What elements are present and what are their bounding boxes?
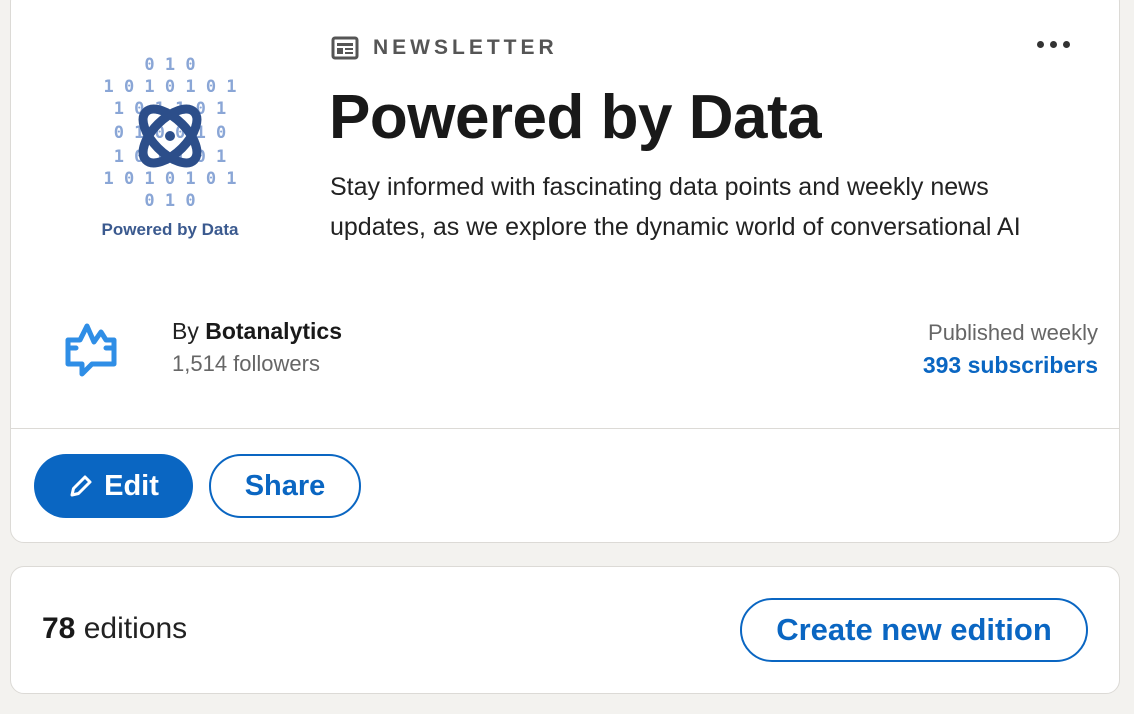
newsletter-logo: 0 1 0 1 0 1 0 1 0 1 1 0 1 1 0 1 0 1 0 0 … bbox=[82, 52, 258, 242]
editions-count: 78 editions bbox=[42, 612, 187, 646]
editions-number: 78 bbox=[42, 612, 76, 645]
newspaper-icon bbox=[331, 36, 359, 60]
card-divider bbox=[10, 428, 1120, 429]
newsletter-title: Powered by Data bbox=[329, 83, 822, 152]
binary-atom-logo-icon: 0 1 0 1 0 1 0 1 0 1 1 0 1 1 0 1 0 1 0 0 … bbox=[103, 55, 236, 211]
create-new-edition-button[interactable]: Create new edition bbox=[740, 598, 1088, 662]
by-prefix: By bbox=[172, 318, 199, 344]
subscribers-link[interactable]: 393 subscribers bbox=[923, 352, 1098, 379]
edit-button[interactable]: Edit bbox=[34, 454, 193, 518]
create-label: Create new edition bbox=[776, 612, 1052, 647]
publish-frequency: Published weekly bbox=[928, 320, 1098, 345]
author-followers: 1,514 followers bbox=[172, 351, 320, 376]
more-dot bbox=[1062, 40, 1070, 48]
newsletter-kicker: NEWSLETTER bbox=[331, 34, 558, 62]
logo-caption: Powered by Data bbox=[101, 220, 239, 239]
botanalytics-chat-icon bbox=[65, 323, 117, 377]
newsletter-label: NEWSLETTER bbox=[373, 36, 558, 59]
svg-text:0 1 0: 0 1 0 bbox=[144, 191, 195, 211]
more-options-button[interactable] bbox=[1030, 32, 1076, 56]
svg-text:1 0 1 0 1 0 1: 1 0 1 0 1 0 1 bbox=[103, 169, 236, 189]
author-name[interactable]: Botanalytics bbox=[205, 318, 342, 344]
svg-text:1 0 1 0 1 0 1: 1 0 1 0 1 0 1 bbox=[103, 77, 236, 97]
more-dot bbox=[1049, 40, 1057, 48]
author-byline: By Botanalytics bbox=[172, 318, 342, 345]
share-label: Share bbox=[244, 469, 326, 502]
more-horizontal-icon bbox=[1036, 40, 1044, 48]
edit-label: Edit bbox=[104, 469, 159, 502]
author-avatar[interactable] bbox=[60, 318, 120, 378]
newsletter-description: Stay informed with fascinating data poin… bbox=[330, 173, 1021, 241]
pencil-icon bbox=[70, 475, 92, 497]
publication-info: Published weekly 393 subscribers bbox=[923, 320, 1098, 379]
author-info: By Botanalytics 1,514 followers bbox=[172, 318, 342, 377]
editions-suffix: editions bbox=[83, 612, 188, 645]
share-button[interactable]: Share bbox=[209, 454, 361, 518]
svg-text:0 1 0: 0 1 0 bbox=[144, 55, 195, 75]
